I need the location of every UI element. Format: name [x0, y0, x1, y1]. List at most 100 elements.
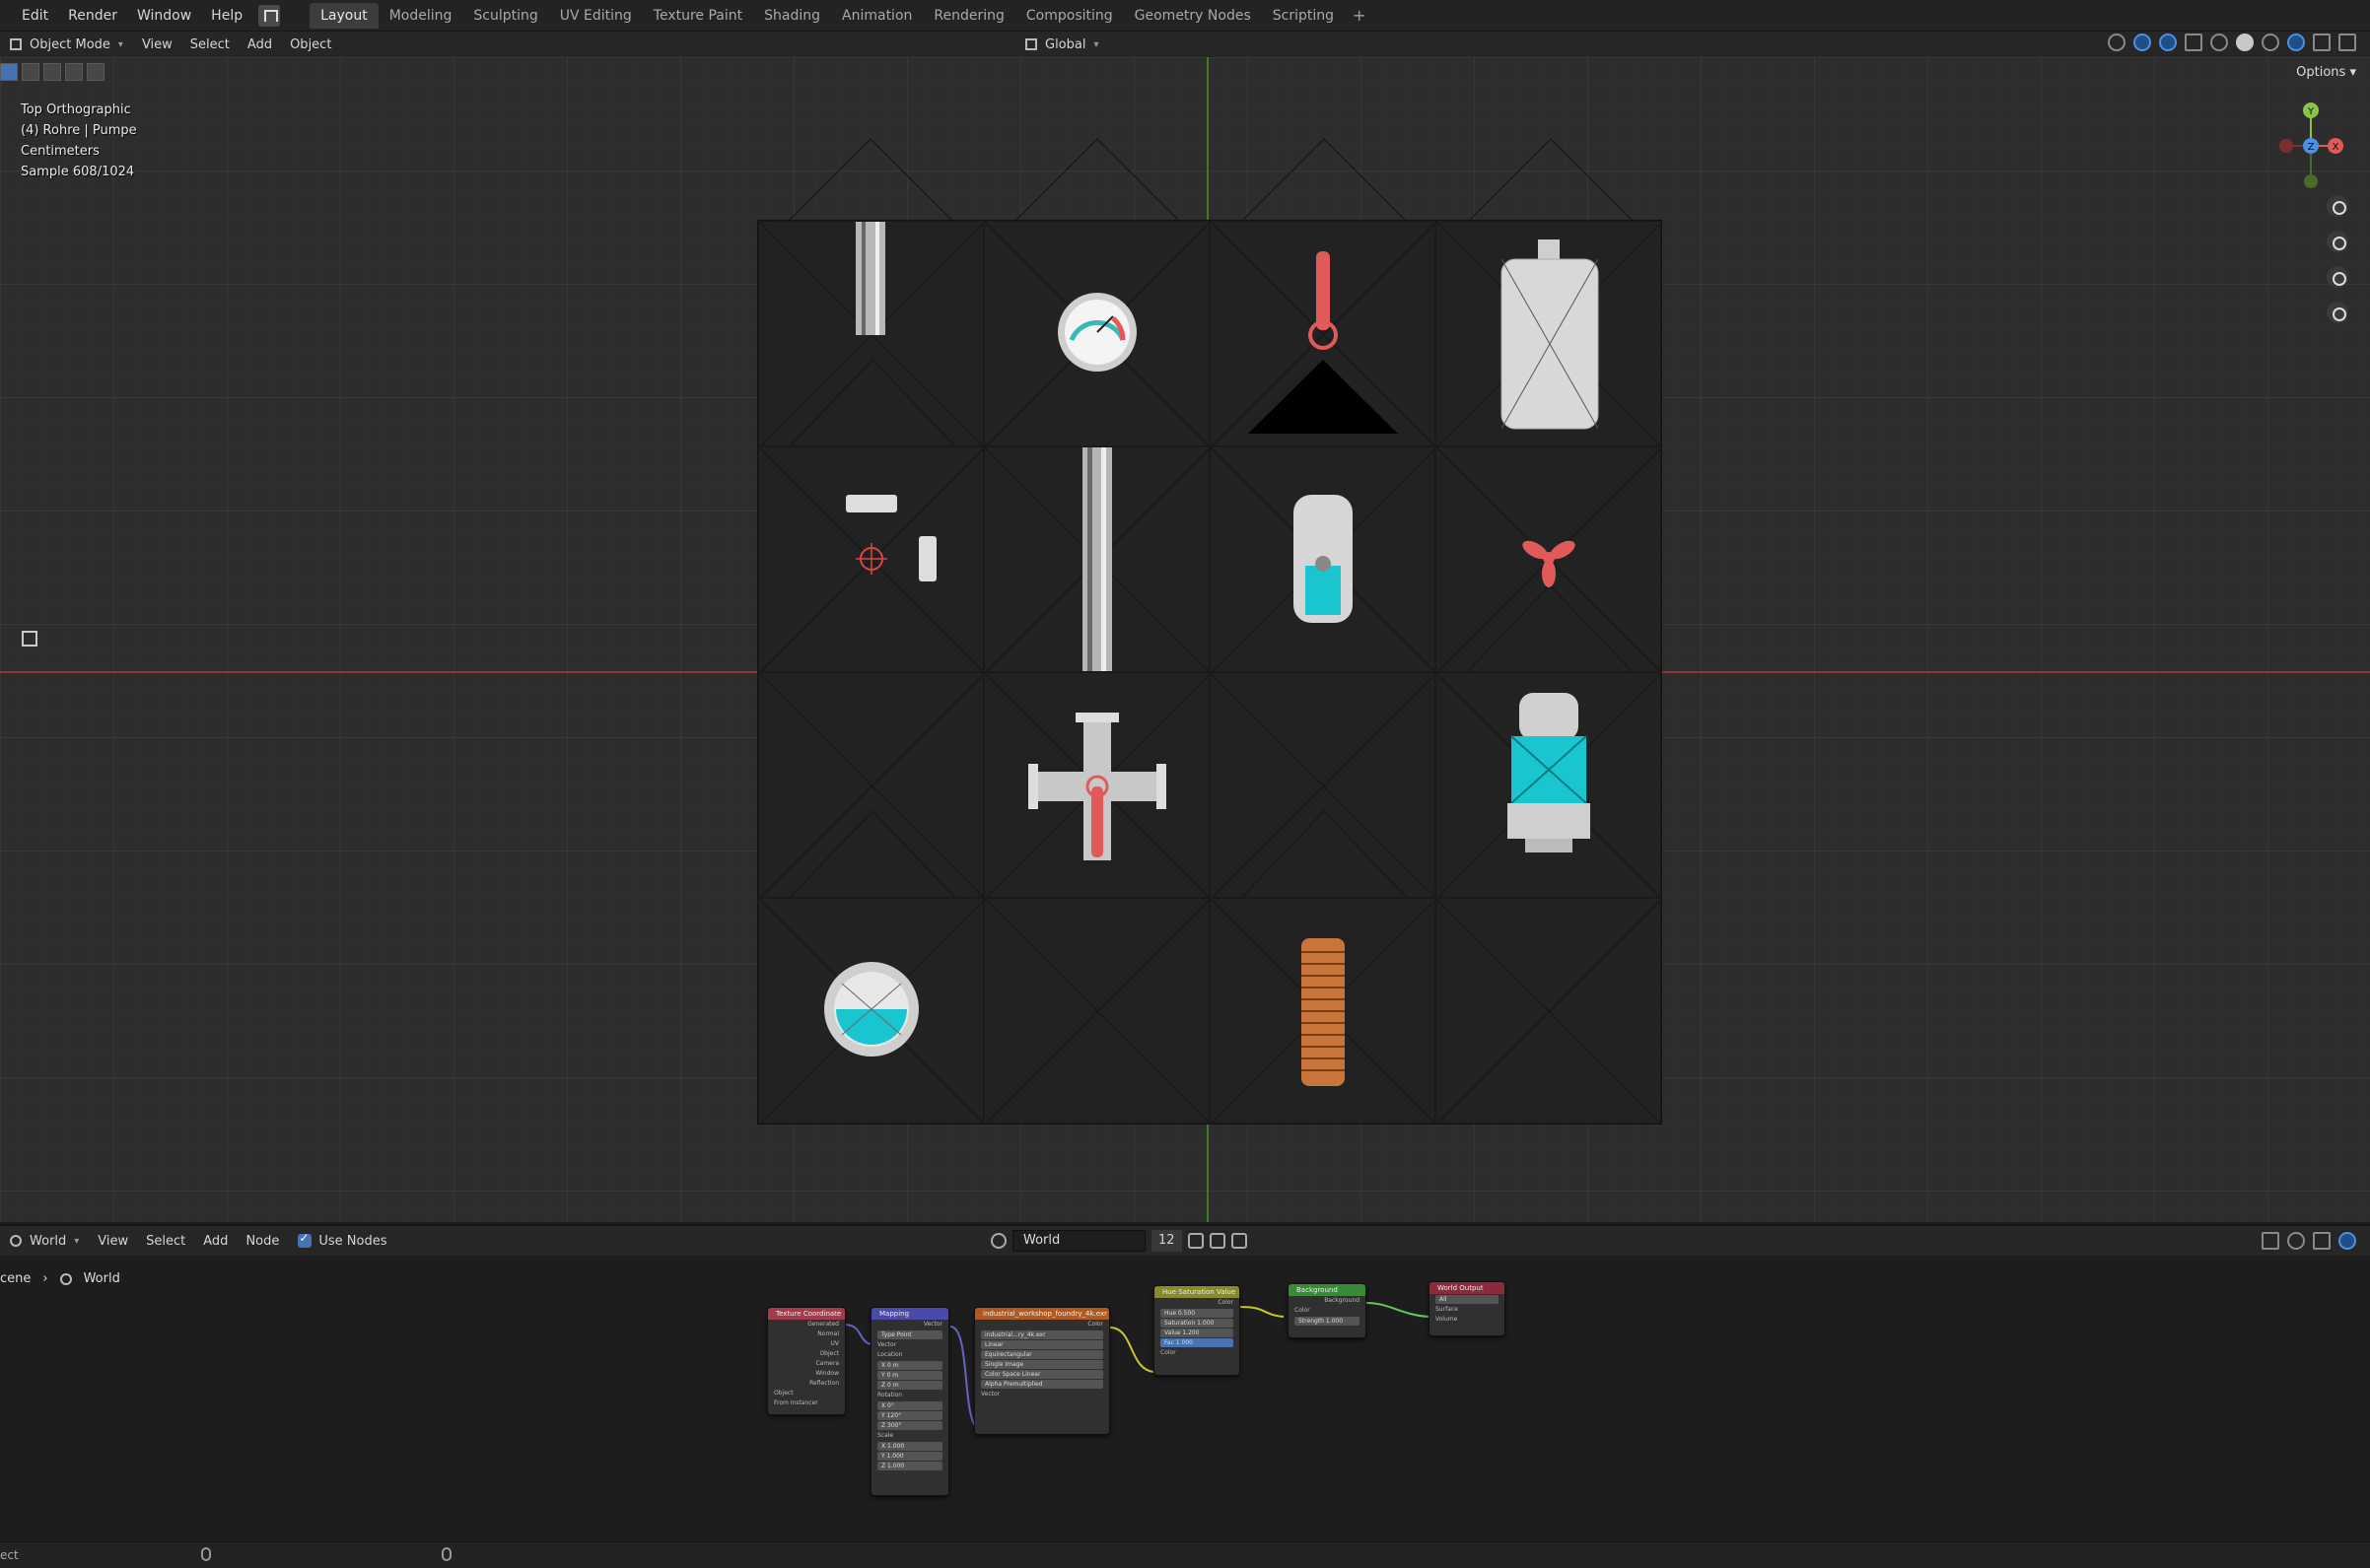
pause-render-icon[interactable] [2313, 34, 2331, 51]
tab-modeling[interactable]: Modeling [379, 3, 463, 29]
asset-pipe-straight[interactable] [758, 221, 984, 446]
menu-render[interactable]: Render [58, 0, 127, 32]
wireframe-shading-icon[interactable] [2210, 34, 2228, 51]
loc-x-field[interactable]: X 0 m [877, 1361, 942, 1370]
asset-sight-glass[interactable] [758, 898, 984, 1124]
projection-dropdown[interactable]: Equirectangular [981, 1350, 1103, 1359]
render-preview-region[interactable] [757, 220, 1662, 1125]
rot-y-field[interactable]: Y 120° [877, 1411, 942, 1420]
ne-overlay-icon[interactable] [2338, 1232, 2356, 1250]
scale-x-field[interactable]: X 1.000 [877, 1442, 942, 1451]
fac-field[interactable]: Fac 1.000 [1160, 1338, 1233, 1347]
scale-y-field[interactable]: Y 1.000 [877, 1452, 942, 1461]
menu-window[interactable]: Window [127, 0, 201, 32]
asset-empty-slot[interactable] [758, 672, 984, 898]
asset-empty-slot-2[interactable] [1210, 672, 1435, 898]
user-count-badge[interactable]: 12 [1151, 1230, 1182, 1252]
world-name-field[interactable]: World [1012, 1230, 1146, 1252]
value-field[interactable]: Value 1.200 [1160, 1329, 1233, 1337]
unlink-close-icon[interactable] [1230, 1233, 1247, 1249]
add-workspace-button[interactable]: + [1345, 6, 1373, 25]
socket-color-out[interactable]: Color [975, 1320, 1109, 1329]
shader-type-dropdown[interactable]: World ▾ [0, 1230, 89, 1252]
xray-icon[interactable] [2185, 34, 2202, 51]
pan-hand-icon[interactable] [2327, 231, 2348, 252]
visibility-icon[interactable] [2108, 34, 2126, 51]
tab-sculpting[interactable]: Sculpting [462, 3, 548, 29]
target-dropdown[interactable]: All [1435, 1295, 1499, 1304]
node-world-output[interactable]: World Output All Surface Volume [1429, 1281, 1505, 1336]
asset-small-pump[interactable] [1210, 446, 1435, 672]
strength-field[interactable]: Strength 1.000 [1294, 1317, 1359, 1326]
asset-empty-slot-3[interactable] [984, 898, 1210, 1124]
use-nodes-toggle[interactable]: Use Nodes [288, 1230, 396, 1252]
overlay-toggle-icon[interactable] [2159, 34, 2177, 51]
object-menu[interactable]: Object [281, 37, 340, 52]
fake-user-shield-icon[interactable] [1187, 1233, 1204, 1249]
loc-y-field[interactable]: Y 0 m [877, 1371, 942, 1380]
color-space-dropdown[interactable]: Color Space Linear [981, 1370, 1103, 1379]
sidebar-toggle-icon[interactable] [2338, 34, 2356, 51]
hue-field[interactable]: Hue 0.500 [1160, 1309, 1233, 1318]
tab-layout[interactable]: Layout [310, 2, 379, 29]
socket-background-out[interactable]: Background [1289, 1296, 1365, 1306]
socket-uv[interactable]: UV [768, 1339, 845, 1349]
select-menu[interactable]: Select [181, 37, 239, 52]
zoom-icon[interactable] [2327, 195, 2348, 217]
camera-region-icon[interactable] [22, 631, 37, 647]
socket-object[interactable]: Object [768, 1349, 845, 1359]
navigation-gizmo[interactable]: Y Z X [2271, 97, 2350, 195]
snap-icon[interactable] [2287, 1232, 2305, 1250]
saturation-field[interactable]: Saturation 1.000 [1160, 1319, 1233, 1328]
pin-icon[interactable] [1253, 1233, 1269, 1249]
socket-color-in[interactable]: Color [1154, 1348, 1239, 1358]
intersect-selection-button[interactable] [87, 63, 105, 81]
editor-type-icon[interactable] [258, 4, 281, 27]
socket-generated[interactable]: Generated [768, 1320, 845, 1329]
duplicate-icon[interactable] [1209, 1233, 1225, 1249]
camera-view-icon[interactable] [2327, 266, 2348, 288]
tab-scripting[interactable]: Scripting [1262, 3, 1345, 29]
rendered-shading-icon[interactable] [2287, 34, 2305, 51]
solid-shading-icon[interactable] [2236, 34, 2254, 51]
parent-node-icon[interactable] [2262, 1232, 2279, 1250]
asset-long-pipe[interactable] [984, 446, 1210, 672]
node-environment-texture[interactable]: industrial_workshop_foundry_4k.exr Color… [974, 1307, 1110, 1435]
node-editor-canvas[interactable]: cene › World Texture Coordinate Generate… [0, 1256, 2370, 1541]
socket-surface-in[interactable]: Surface [1429, 1305, 1504, 1315]
3d-viewport[interactable]: Top Orthographic (4) Rohre | Pumpe Centi… [0, 57, 2370, 1222]
material-shading-icon[interactable] [2262, 34, 2279, 51]
tab-animation[interactable]: Animation [831, 3, 923, 29]
node-background[interactable]: Background Background Color Strength 1.0… [1288, 1283, 1366, 1338]
ne-node-menu[interactable]: Node [237, 1234, 288, 1249]
asset-empty-slot-4[interactable] [1435, 898, 1661, 1124]
object-field-label[interactable]: Object [768, 1389, 845, 1398]
subtract-selection-button[interactable] [43, 63, 61, 81]
world-browse-icon[interactable] [991, 1233, 1007, 1249]
socket-window[interactable]: Window [768, 1369, 845, 1379]
invert-selection-button[interactable] [65, 63, 83, 81]
snap-mode-icon[interactable] [2313, 1232, 2331, 1250]
tab-rendering[interactable]: Rendering [923, 3, 1015, 29]
image-selector[interactable]: industrial...ry_4k.exr [981, 1330, 1103, 1339]
menu-edit[interactable]: Edit [0, 0, 58, 32]
interpolation-dropdown[interactable]: Linear [981, 1340, 1103, 1349]
tab-uv-editing[interactable]: UV Editing [549, 3, 643, 29]
ne-add-menu[interactable]: Add [194, 1234, 237, 1249]
socket-vector-in[interactable]: Vector [871, 1340, 948, 1350]
asset-large-pump[interactable] [1435, 672, 1661, 898]
asset-copper-coil[interactable] [1210, 898, 1435, 1124]
socket-color-out[interactable]: Color [1154, 1298, 1239, 1308]
socket-normal[interactable]: Normal [768, 1329, 845, 1339]
select-box-mode-button[interactable] [0, 63, 18, 81]
extend-selection-button[interactable] [22, 63, 39, 81]
add-menu[interactable]: Add [239, 37, 281, 52]
scale-z-field[interactable]: Z 1.000 [877, 1462, 942, 1470]
tab-texture-paint[interactable]: Texture Paint [643, 3, 753, 29]
asset-cross-valve[interactable] [984, 672, 1210, 898]
asset-fittings[interactable] [758, 446, 984, 672]
extension-dropdown[interactable]: Single Image [981, 1360, 1103, 1369]
ne-select-menu[interactable]: Select [137, 1234, 194, 1249]
rot-z-field[interactable]: Z 300° [877, 1421, 942, 1430]
asset-pressure-gauge[interactable] [984, 221, 1210, 446]
